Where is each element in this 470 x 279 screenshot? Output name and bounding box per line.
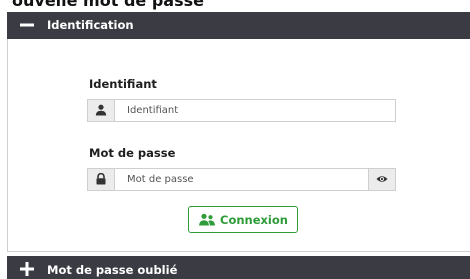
plus-icon[interactable]	[20, 262, 34, 276]
lock-icon	[88, 169, 115, 190]
forgot-password-title: Mot de passe oublié	[47, 263, 178, 277]
login-button[interactable]: Connexion	[188, 206, 298, 233]
page-heading-fragment: ouvelle mot de passe	[12, 0, 204, 10]
minus-icon[interactable]	[20, 18, 34, 32]
password-input-group[interactable]: Mot de passe	[87, 168, 396, 191]
forgot-password-panel-header[interactable]: Mot de passe oublié	[7, 256, 470, 279]
users-icon	[199, 213, 215, 226]
identification-panel-header[interactable]: Identification	[7, 12, 470, 39]
password-label: Mot de passe	[89, 146, 176, 160]
password-input[interactable]: Mot de passe	[127, 174, 194, 185]
identifier-label: Identifiant	[89, 77, 157, 91]
identifier-input[interactable]: Identifiant	[127, 105, 178, 116]
identifier-input-group[interactable]: Identifiant	[87, 99, 396, 122]
login-button-label: Connexion	[220, 213, 288, 227]
user-icon	[88, 100, 115, 121]
panel-title: Identification	[47, 18, 134, 32]
eye-icon[interactable]	[368, 169, 395, 190]
